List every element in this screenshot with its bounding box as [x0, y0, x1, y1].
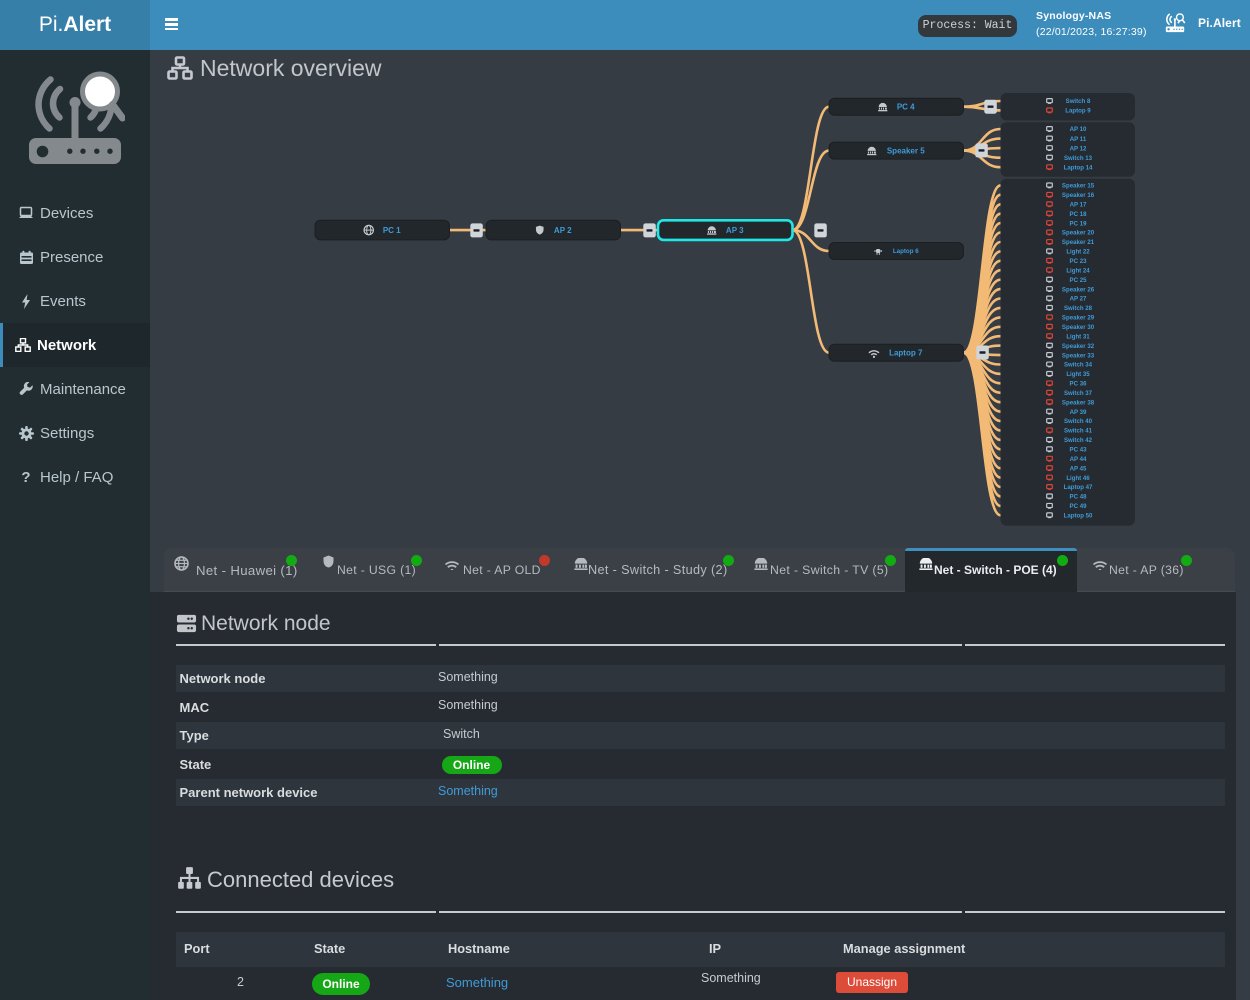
svg-text:AP 2: AP 2 — [554, 226, 572, 235]
svg-text:PC 23: PC 23 — [1070, 258, 1088, 265]
svg-text:Laptop 14: Laptop 14 — [1064, 164, 1093, 171]
svg-text:PC 19: PC 19 — [1070, 220, 1088, 227]
svg-text:Switch 13: Switch 13 — [1064, 155, 1093, 162]
svg-text:AP 45: AP 45 — [1070, 465, 1087, 472]
svg-text:AP 44: AP 44 — [1070, 456, 1087, 463]
svg-text:Speaker 16: Speaker 16 — [1062, 192, 1095, 199]
svg-text:Speaker 32: Speaker 32 — [1062, 343, 1095, 350]
svg-text:AP 27: AP 27 — [1070, 296, 1087, 303]
svg-text:AP 12: AP 12 — [1070, 145, 1087, 152]
svg-text:Light 46: Light 46 — [1066, 475, 1090, 482]
svg-text:Speaker 33: Speaker 33 — [1062, 352, 1095, 359]
svg-text:Switch 8: Switch 8 — [1066, 98, 1091, 105]
svg-text:Speaker 30: Speaker 30 — [1062, 324, 1095, 331]
svg-text:Speaker 29: Speaker 29 — [1062, 315, 1095, 322]
svg-text:PC 36: PC 36 — [1070, 381, 1088, 388]
svg-text:Switch 34: Switch 34 — [1064, 362, 1093, 369]
svg-text:AP 17: AP 17 — [1070, 202, 1087, 209]
svg-text:Laptop 7: Laptop 7 — [889, 349, 923, 358]
svg-text:AP 10: AP 10 — [1070, 126, 1087, 133]
svg-text:PC 25: PC 25 — [1070, 277, 1088, 284]
svg-text:PC 18: PC 18 — [1070, 211, 1088, 218]
svg-text:PC 49: PC 49 — [1070, 503, 1088, 510]
svg-text:Speaker 15: Speaker 15 — [1062, 183, 1095, 190]
svg-text:Switch 40: Switch 40 — [1064, 418, 1093, 425]
svg-text:Switch 37: Switch 37 — [1064, 390, 1093, 397]
svg-text:Light 31: Light 31 — [1066, 333, 1090, 340]
svg-text:AP 3: AP 3 — [726, 226, 744, 235]
svg-text:Laptop 9: Laptop 9 — [1065, 108, 1091, 115]
svg-text:PC 1: PC 1 — [383, 226, 401, 235]
svg-text:Light 35: Light 35 — [1066, 371, 1090, 378]
svg-text:AP 39: AP 39 — [1070, 409, 1087, 416]
svg-text:PC 4: PC 4 — [897, 103, 915, 112]
svg-text:PC 43: PC 43 — [1070, 447, 1088, 454]
svg-text:Speaker 21: Speaker 21 — [1062, 239, 1095, 246]
svg-text:Speaker 20: Speaker 20 — [1062, 230, 1095, 237]
svg-text:Switch 28: Switch 28 — [1064, 305, 1093, 312]
svg-text:Switch 42: Switch 42 — [1064, 437, 1093, 444]
svg-text:Laptop 47: Laptop 47 — [1064, 484, 1093, 491]
svg-text:Speaker 5: Speaker 5 — [887, 147, 925, 156]
svg-text:Speaker 26: Speaker 26 — [1062, 286, 1095, 293]
svg-text:AP 11: AP 11 — [1070, 136, 1087, 143]
svg-text:Laptop 6: Laptop 6 — [893, 248, 919, 255]
svg-text:Light 24: Light 24 — [1066, 267, 1090, 274]
svg-text:PC 48: PC 48 — [1070, 494, 1088, 501]
svg-text:Laptop 50: Laptop 50 — [1064, 513, 1093, 520]
svg-text:Switch 41: Switch 41 — [1064, 428, 1093, 435]
svg-text:Speaker 38: Speaker 38 — [1062, 399, 1095, 406]
svg-text:Light 22: Light 22 — [1066, 249, 1090, 256]
